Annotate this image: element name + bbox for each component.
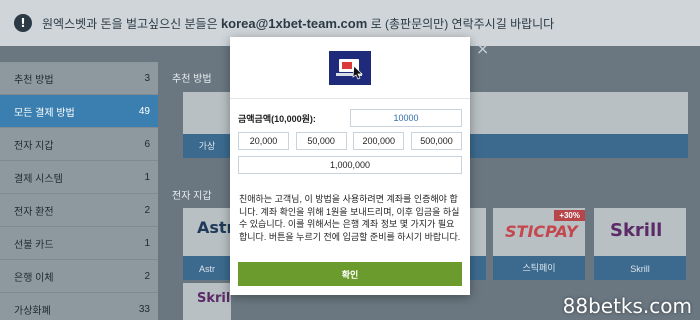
sidebar-item-prepaid-card[interactable]: 선불 카드 1 [0, 227, 158, 260]
skrill-1tap-logo: Skrill 1-Tap [197, 291, 231, 306]
preset-500000-button[interactable]: 500,000 [410, 132, 462, 150]
laptop-card-icon [336, 58, 363, 79]
sidebar-count: 3 [144, 72, 150, 84]
payment-card-partial[interactable] [470, 208, 486, 280]
modal-header [230, 37, 470, 99]
payment-card-recommended-right[interactable] [470, 92, 688, 158]
payment-card-skrill[interactable]: Skrill Skrill [594, 208, 686, 280]
sidebar-item-e-exchange[interactable]: 전자 환전 2 [0, 194, 158, 227]
sidebar-count: 33 [138, 303, 150, 315]
sticpay-logo: STICPAY [505, 222, 578, 241]
confirm-button[interactable]: 확인 [238, 262, 462, 286]
warning-icon: ! [14, 14, 32, 32]
payment-card-recommended[interactable]: 가상 [183, 92, 231, 158]
amount-input[interactable]: 10000 [350, 109, 462, 127]
watermark: 88betks.com [562, 294, 692, 318]
preset-1000000-button[interactable]: 1,000,000 [238, 156, 462, 174]
astropay-logo: Astr [197, 218, 235, 237]
payment-card-skrill-1tap[interactable]: Skrill 1-Tap [183, 283, 231, 320]
card-caption: 가상 [198, 141, 216, 151]
sidebar-count: 6 [144, 138, 150, 150]
sidebar-count: 1 [144, 237, 150, 249]
payment-method-image [329, 50, 371, 85]
card-caption: 스틱페이 [522, 263, 556, 273]
sidebar-item-payment-system[interactable]: 결제 시스템 1 [0, 161, 158, 194]
section-title-ewallet: 전자 지갑 [172, 191, 212, 202]
sidebar-item-recommended[interactable]: 추천 방법 3 [0, 62, 158, 95]
amount-presets: 20,000 50,000 200,000 500,000 [238, 132, 462, 150]
verification-message: 친애하는 고객님, 이 방법을 사용하려면 계좌를 인증해야 합니다. 계좌 확… [239, 194, 461, 242]
preset-200000-button[interactable]: 200,000 [353, 132, 405, 150]
amount-label: 금액금액(10,000원): [238, 113, 316, 124]
card-caption: Astr [198, 264, 215, 274]
deposit-modal: × 금액금액(10,000원): 10000 20,000 50,000 200… [230, 37, 489, 295]
skrill-logo: Skrill [610, 220, 663, 241]
sticpay-badge: +30% [554, 210, 585, 221]
payment-card-sticpay[interactable]: +30% STICPAY 스틱페이 [493, 208, 585, 280]
sidebar-item-ewallet[interactable]: 전자 지갑 6 [0, 128, 158, 161]
sidebar-item-crypto[interactable]: 가상화폐 33 [0, 293, 158, 320]
payment-card-astropay[interactable]: Astr Astr [183, 208, 235, 280]
preset-20000-button[interactable]: 20,000 [238, 132, 289, 150]
close-icon[interactable]: × [476, 39, 489, 58]
sidebar-item-all-methods[interactable]: 모든 결제 방법 49 [0, 95, 158, 128]
preset-50000-button[interactable]: 50,000 [295, 132, 347, 150]
card-caption: Skrill [630, 264, 650, 274]
amount-row: 금액금액(10,000원): 10000 [238, 109, 462, 127]
sidebar-count: 2 [144, 270, 150, 282]
section-title-recommended: 추천 방법 [172, 74, 212, 85]
payment-category-sidebar: 추천 방법 3 모든 결제 방법 49 전자 지갑 6 결제 시스템 1 전자 환전 2 … [0, 62, 158, 320]
notice-email[interactable]: korea@1xbet-team.com [221, 16, 367, 31]
sidebar-count: 49 [138, 105, 150, 117]
sidebar-count: 1 [144, 171, 150, 183]
sidebar-count: 2 [144, 204, 150, 216]
notice-text: 원엑스벳과 돈을 벌고싶으신 분들은 korea@1xbet-team.com … [42, 15, 555, 31]
sidebar-item-bank-transfer[interactable]: 은행 이체 2 [0, 260, 158, 293]
